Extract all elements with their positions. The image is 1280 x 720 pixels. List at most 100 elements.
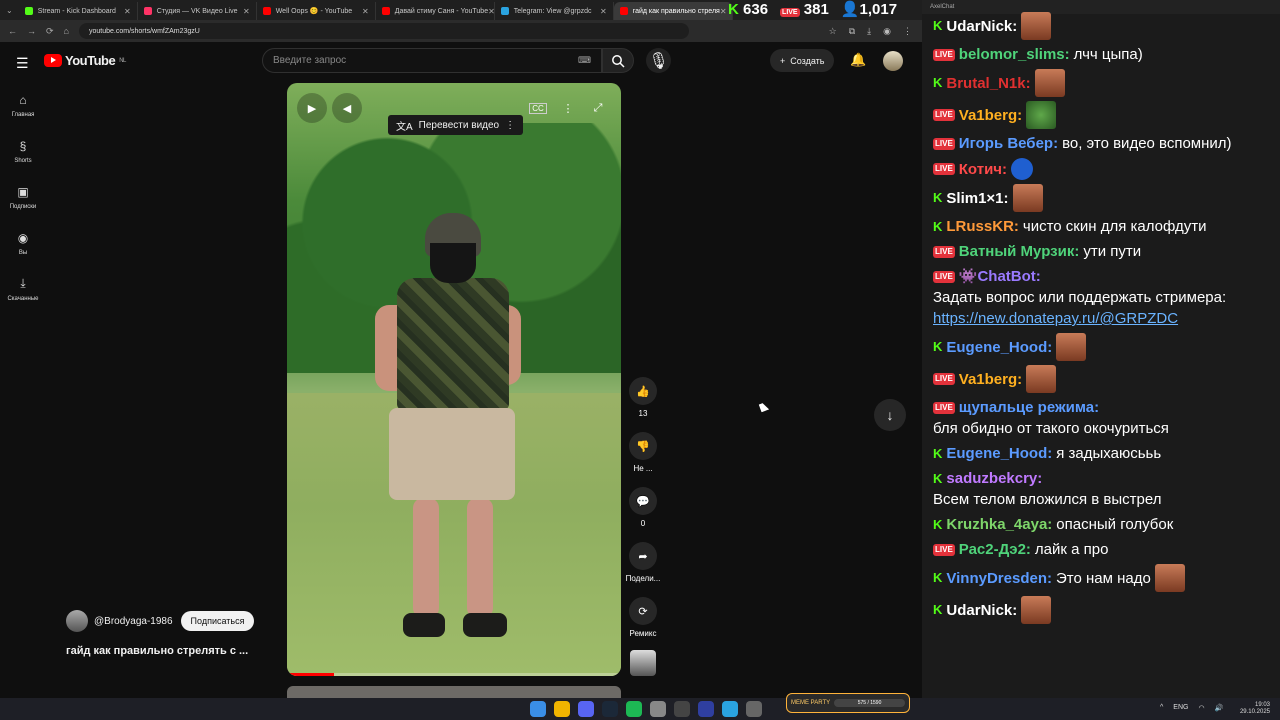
forward-icon[interactable]: →: [27, 26, 36, 36]
browser-tab[interactable]: Stream - Kick Dashboard ✕: [19, 2, 138, 20]
dislike-icon[interactable]: 👎: [629, 432, 657, 460]
wifi-icon[interactable]: ◠: [1198, 704, 1204, 712]
home-icon[interactable]: ⌂: [64, 26, 69, 36]
sidebar-item[interactable]: ▣ Подписки: [0, 174, 46, 220]
share-icon[interactable]: ➦: [629, 542, 657, 570]
account-avatar[interactable]: [883, 51, 903, 71]
chat-nickname[interactable]: Рас2-Дэ2:: [959, 539, 1031, 560]
search-input[interactable]: Введите запрос ⌨: [262, 48, 602, 73]
close-tab-icon[interactable]: ✕: [243, 7, 250, 16]
clock[interactable]: 19:03 29.10.2025: [1240, 702, 1270, 716]
app-icon-3[interactable]: [746, 701, 762, 717]
chat-nickname[interactable]: Игорь Вебер:: [959, 133, 1058, 154]
browser-tab[interactable]: Well Oops 😊 - YouTube ✕: [257, 2, 376, 20]
chat-nickname[interactable]: LRussKR:: [946, 216, 1019, 237]
more-options-button[interactable]: ⋮: [553, 93, 583, 123]
captions-button[interactable]: CC: [523, 93, 553, 123]
browser-tab[interactable]: Telegram: View @grpzdc ✕: [495, 2, 614, 20]
menu-icon[interactable]: ⋮: [903, 26, 912, 37]
sidebar-item[interactable]: ⤓ Скачанные: [0, 266, 46, 312]
chat-nickname[interactable]: VinnyDresden:: [946, 568, 1052, 589]
chat-nickname[interactable]: Brutal_N1k:: [946, 73, 1030, 94]
subscribe-button[interactable]: Подписаться: [180, 611, 255, 631]
sidebar-icon: §: [19, 138, 27, 153]
remix-source-thumbnail[interactable]: [630, 650, 656, 676]
like-icon[interactable]: 👍: [629, 377, 657, 405]
translate-menu-icon[interactable]: ⋮: [505, 120, 515, 131]
search-button[interactable]: [602, 48, 634, 73]
sidebar-item[interactable]: ⌂ Главная: [0, 82, 46, 128]
spotify-icon[interactable]: [626, 701, 642, 717]
chat-nickname[interactable]: Котич:: [959, 159, 1007, 180]
chat-nickname[interactable]: Eugene_Hood:: [946, 337, 1052, 358]
windows-start-icon[interactable]: [530, 701, 546, 717]
next-video-button[interactable]: ↓: [874, 399, 906, 431]
chrome-icon[interactable]: [554, 701, 570, 717]
chat-nickname[interactable]: щупальце режима:: [959, 397, 1099, 418]
chat-nickname[interactable]: Ватный Мурзик:: [959, 241, 1080, 262]
next-short-preview[interactable]: [287, 686, 621, 698]
chat-nickname[interactable]: belomor_slims:: [959, 44, 1070, 65]
close-tab-icon[interactable]: ✕: [124, 7, 131, 16]
chat-nickname[interactable]: Slim1×1:: [946, 188, 1008, 209]
video-progress-bar[interactable]: [287, 673, 621, 676]
telegram-icon[interactable]: [722, 701, 738, 717]
sidebar-item[interactable]: ◉ Вы: [0, 220, 46, 266]
kick-viewers: K 636: [728, 1, 768, 18]
browser-tab[interactable]: гайд как правильно стреля ✕: [613, 2, 733, 20]
bookmark-icon[interactable]: ☆: [829, 26, 837, 37]
steam-icon[interactable]: [602, 701, 618, 717]
youtube-logo[interactable]: YouTube NL: [44, 53, 126, 68]
chat-link[interactable]: https://new.donatepay.ru/@GRPZDC: [933, 308, 1178, 329]
close-tab-icon[interactable]: ✕: [362, 7, 369, 16]
tray-chevron-icon[interactable]: ^: [1160, 704, 1163, 712]
chat-nickname[interactable]: Va1berg:: [959, 369, 1022, 390]
translate-video-button[interactable]: 文A Перевести видео ⋮: [388, 115, 524, 135]
create-button[interactable]: + Создать: [770, 49, 835, 72]
language-indicator[interactable]: ENG: [1173, 704, 1188, 712]
video-title[interactable]: гайд как правильно стрелять с ...: [66, 645, 248, 657]
chat-nickname[interactable]: UdarNick:: [946, 600, 1017, 621]
chat-nickname[interactable]: UdarNick:: [946, 16, 1017, 37]
notifications-bell-icon[interactable]: 🔔: [850, 52, 866, 68]
pepe-emote-icon: [1012, 184, 1043, 212]
volume-button[interactable]: ◀: [332, 93, 362, 123]
url-field[interactable]: youtube.com/shorts/wmfZAm23gzU: [78, 23, 689, 39]
back-icon[interactable]: ←: [8, 26, 17, 36]
hamburger-menu-icon[interactable]: ☰: [16, 55, 29, 72]
browser-tab[interactable]: Студия — VK Видео Live ✕: [138, 2, 257, 20]
obs-icon[interactable]: [650, 701, 666, 717]
channel-name[interactable]: @Brodyaga-1986: [94, 616, 173, 627]
browser-tab[interactable]: Давай стиму Саня - YouTube ✕: [376, 2, 495, 20]
chat-nickname[interactable]: Kruzhka_4aya:: [946, 514, 1052, 535]
app-icon-2[interactable]: [698, 701, 714, 717]
close-tab-icon[interactable]: ✕: [720, 7, 727, 16]
remix-icon[interactable]: ⟳: [629, 597, 657, 625]
tab-list-icon[interactable]: ⌄: [6, 6, 13, 15]
profile-icon[interactable]: ◉: [883, 26, 891, 37]
chat-text: чисто скин для калофдути: [1022, 218, 1207, 235]
reload-icon[interactable]: ⟳: [46, 26, 54, 37]
close-tab-icon[interactable]: ✕: [488, 7, 494, 16]
voice-search-button[interactable]: 🎙: [646, 48, 671, 73]
volume-tray-icon[interactable]: 🔊: [1215, 704, 1224, 712]
comments-icon[interactable]: 💬: [629, 487, 657, 515]
discord-icon[interactable]: [578, 701, 594, 717]
sidebar-item[interactable]: § Shorts: [0, 128, 46, 174]
chat-nickname[interactable]: saduzbekcry:: [946, 468, 1042, 489]
chat-nickname[interactable]: 👾ChatBot:: [959, 266, 1041, 287]
play-button[interactable]: ▶: [297, 93, 327, 123]
download-icon[interactable]: ⤓: [867, 26, 871, 37]
extensions-icon[interactable]: ⧉: [849, 26, 855, 37]
shorts-video-player[interactable]: ▶ ◀ CC ⋮ ⤢ 文A Перевести видео ⋮: [287, 83, 621, 676]
channel-avatar[interactable]: [66, 610, 88, 632]
app-icon[interactable]: [674, 701, 690, 717]
chat-text: лчч цыпа): [1073, 46, 1143, 63]
chat-text: Задать вопрос или поддержать стримера:: [933, 289, 1227, 306]
chat-nickname[interactable]: Eugene_Hood:: [946, 443, 1052, 464]
close-tab-icon[interactable]: ✕: [600, 7, 607, 16]
fullscreen-button[interactable]: ⤢: [583, 93, 613, 123]
dislike-action: 👎 Не ...: [624, 432, 662, 487]
chat-nickname[interactable]: Va1berg:: [959, 105, 1022, 126]
keyboard-icon[interactable]: ⌨: [578, 55, 591, 66]
